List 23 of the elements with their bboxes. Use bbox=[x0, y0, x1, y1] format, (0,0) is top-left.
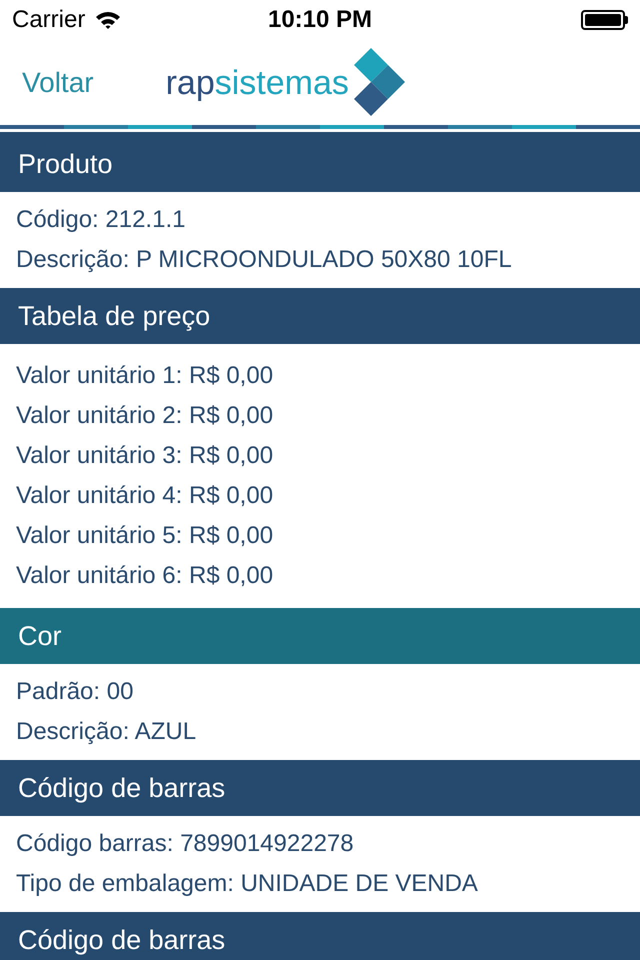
battery-icon bbox=[581, 10, 628, 30]
section-title: Código de barras bbox=[18, 774, 226, 802]
detail-line: Tipo de embalagem: UNIDADE DE VENDA bbox=[15, 869, 479, 899]
detail-line: Descrição: P MICROONDULADO 50X80 10FL bbox=[15, 245, 513, 275]
detail-line: Valor unitário 4: R$ 0,00 bbox=[15, 481, 274, 511]
detail-line: Padrão: 00 bbox=[15, 677, 134, 707]
detail-line: Valor unitário 3: R$ 0,00 bbox=[15, 441, 274, 471]
section-title: Cor bbox=[18, 622, 62, 650]
wifi-icon bbox=[95, 10, 122, 30]
back-button[interactable]: Voltar bbox=[22, 62, 94, 104]
section-title: Tabela de preço bbox=[18, 302, 210, 330]
detail-line: Valor unitário 1: R$ 0,00 bbox=[15, 361, 274, 391]
detail-line: Descrição: AZUL bbox=[15, 717, 198, 747]
detail-line: Valor unitário 6: R$ 0,00 bbox=[15, 561, 274, 591]
detail-line: Valor unitário 5: R$ 0,00 bbox=[15, 521, 274, 551]
detail-line: Código: 212.1.1 bbox=[15, 205, 186, 235]
carrier-name: Carrier bbox=[12, 5, 86, 35]
detail-line: Valor unitário 2: R$ 0,00 bbox=[15, 401, 274, 431]
section-title: Produto bbox=[18, 150, 113, 178]
detail-line: Código barras: 7899014922278 bbox=[15, 829, 355, 859]
section-title: Código de barras bbox=[18, 926, 226, 954]
logo-text: rapsistemas bbox=[166, 66, 349, 100]
status-time: 10:10 PM bbox=[268, 5, 372, 35]
